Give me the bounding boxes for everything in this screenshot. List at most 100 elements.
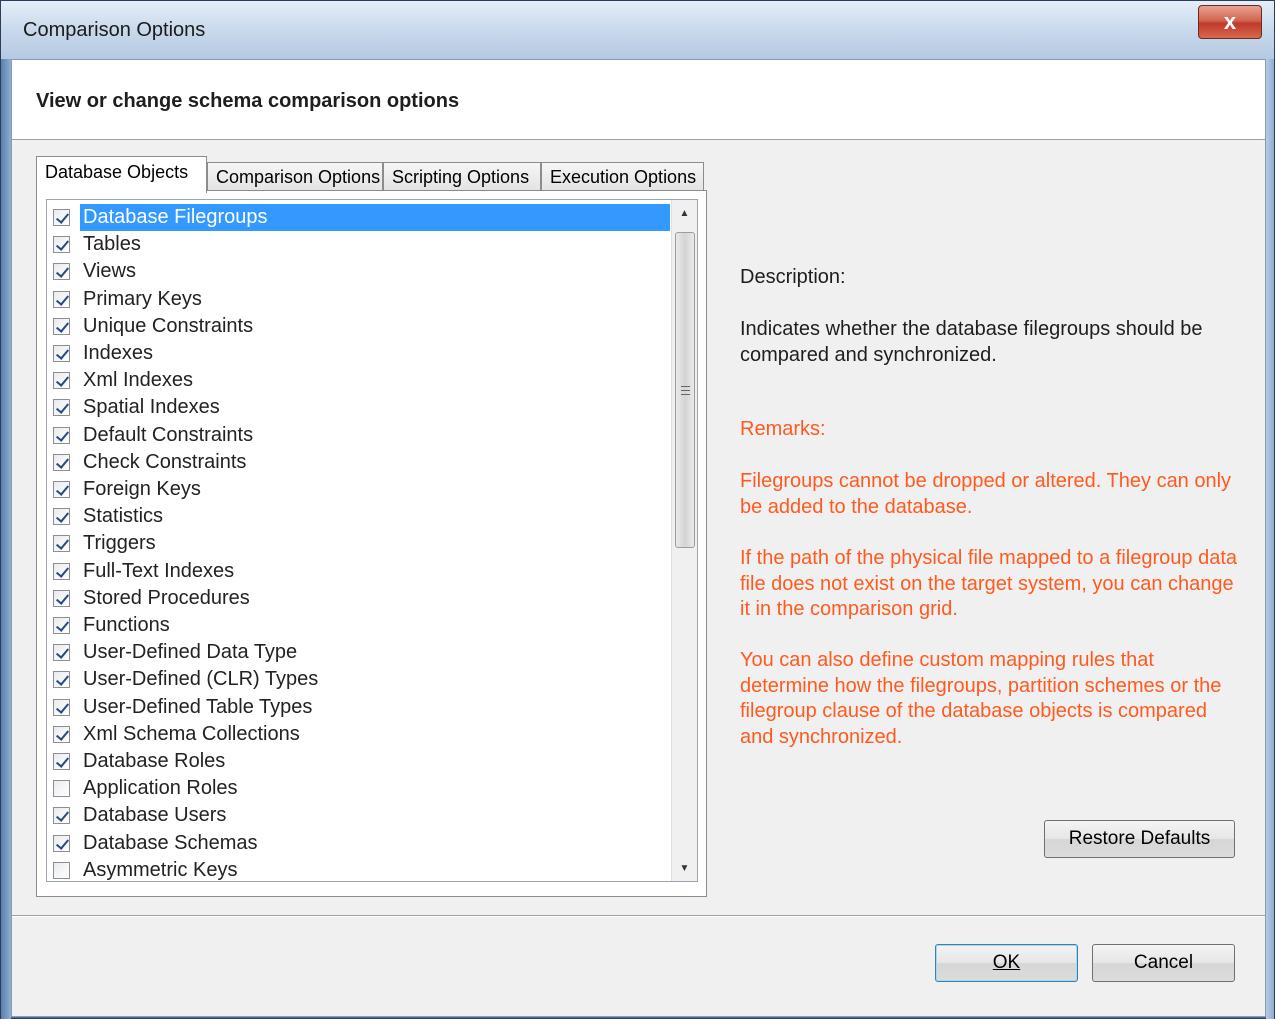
title-bar[interactable]: Comparison Options x — [1, 1, 1274, 59]
list-item[interactable]: Indexes — [47, 340, 673, 367]
window-title: Comparison Options — [23, 19, 206, 41]
checkbox-unchecked[interactable] — [53, 861, 70, 879]
checkbox-checked[interactable] — [53, 345, 70, 362]
cancel-label: Cancel — [1133, 952, 1194, 973]
list-item[interactable]: Primary Keys — [47, 286, 673, 313]
checkbox-checked[interactable] — [53, 617, 70, 634]
checkbox-checked[interactable] — [53, 263, 70, 281]
arrow-up-icon: ▲ — [679, 207, 690, 219]
ok-label: OK — [992, 952, 1021, 973]
list-item[interactable]: User-Defined Data Type — [47, 639, 673, 666]
list-item[interactable]: Statistics — [47, 503, 673, 530]
list-item-label: Database Users — [83, 804, 227, 827]
list-item[interactable]: Application Roles — [47, 775, 673, 802]
list-item-label: Foreign Keys — [83, 478, 201, 500]
description-label: Description: — [740, 266, 846, 288]
list-item-label: Unique Constraints — [83, 314, 254, 337]
list-item[interactable]: Triggers — [47, 530, 673, 557]
remark-paragraph: If the path of the physical file mapped … — [740, 547, 1237, 620]
vertical-scrollbar[interactable]: ▲ ▼ — [671, 200, 697, 881]
scroll-up-button[interactable]: ▲ — [672, 200, 697, 226]
database-objects-panel: Asymmetric Keys Database Schemas Database … — [36, 190, 707, 897]
list-item[interactable]: Stored Procedures — [47, 585, 673, 612]
remark-paragraph: Filegroups cannot be dropped or altered.… — [740, 470, 1232, 518]
scroll-down-button[interactable]: ▼ — [672, 855, 697, 881]
list-item[interactable]: Unique Constraints — [47, 313, 673, 340]
list-item[interactable]: Xml Schema Collections — [47, 721, 673, 748]
list-item[interactable]: Tables — [47, 231, 673, 258]
checkbox-checked[interactable] — [53, 209, 70, 226]
list-item-label: Check Constraints — [83, 450, 247, 473]
tab-comparison-options[interactable]: Comparison Options — [207, 162, 383, 192]
tab-label: Execution Options — [550, 167, 697, 187]
tab-execution-options[interactable]: Execution Options — [541, 162, 704, 192]
list-item-label: Stored Procedures — [83, 586, 250, 609]
checkbox-checked[interactable] — [53, 508, 70, 526]
checkbox-checked[interactable] — [53, 644, 70, 662]
list-item-label: Application Roles — [83, 777, 238, 800]
list-item[interactable]: Functions — [47, 612, 673, 639]
checkbox-checked[interactable] — [53, 481, 70, 498]
list-item-label: User-Defined Table Types — [83, 695, 313, 718]
list-item[interactable]: Asymmetric Keys — [47, 857, 673, 881]
header-title: View or change schema comparison options — [36, 90, 460, 112]
scroll-thumb[interactable] — [675, 232, 695, 548]
checkbox-checked[interactable] — [53, 399, 70, 417]
list-item-label: Default Constraints — [83, 423, 254, 446]
list-item[interactable]: Spatial Indexes — [47, 394, 673, 421]
list-item-label: Statistics — [83, 505, 164, 528]
tab-scripting-options[interactable]: Scripting Options — [383, 162, 541, 192]
checkbox-checked[interactable] — [53, 834, 70, 852]
checkbox-checked[interactable] — [53, 426, 70, 444]
list-item[interactable]: Views — [47, 258, 673, 285]
checkbox-checked[interactable] — [53, 317, 70, 335]
list-item-label: Xml Schema Collections — [83, 722, 300, 745]
cancel-button[interactable]: Cancel — [1092, 944, 1235, 982]
list-item[interactable]: Database Users — [47, 802, 673, 829]
list-item-label: Views — [83, 260, 136, 283]
list-item[interactable]: Default Constraints — [47, 422, 673, 449]
list-item-label: Indexes — [83, 342, 154, 364]
checkbox-checked[interactable] — [53, 589, 70, 607]
tab-database-objects[interactable]: Database Objects — [36, 156, 207, 193]
checkbox-checked[interactable] — [53, 535, 70, 553]
list-item-label: Functions — [83, 614, 170, 636]
database-objects-list[interactable]: Asymmetric Keys Database Schemas Database … — [46, 199, 698, 882]
list-item[interactable]: Full-Text Indexes — [47, 558, 673, 585]
list-item-label: Tables — [83, 233, 141, 256]
header-band: View or change schema comparison options — [12, 60, 1265, 140]
checkbox-checked[interactable] — [53, 236, 70, 254]
list-item-label: User-Defined Data Type — [83, 641, 298, 664]
checkbox-checked[interactable] — [53, 372, 70, 390]
list-item[interactable]: Database Schemas — [47, 830, 673, 857]
list-item-label: Primary Keys — [83, 287, 202, 310]
checkbox-checked[interactable] — [53, 453, 70, 471]
list-item[interactable]: Database Filegroups — [47, 204, 673, 231]
checkbox-unchecked[interactable] — [53, 780, 70, 798]
list-item[interactable]: User-Defined Table Types — [47, 694, 673, 721]
list-item[interactable]: Database Roles — [47, 748, 673, 775]
checkbox-checked[interactable] — [53, 753, 70, 770]
checkbox-checked[interactable] — [53, 698, 70, 716]
list-item-label: Asymmetric Keys — [83, 858, 238, 881]
window-frame-right — [1266, 59, 1274, 1019]
footer-divider — [12, 915, 1265, 917]
list-item[interactable]: Check Constraints — [47, 449, 673, 476]
checkbox-checked[interactable] — [53, 562, 70, 580]
list-item-label: Full-Text Indexes — [83, 559, 235, 582]
list-item-label: Xml Indexes — [83, 369, 194, 392]
list-item-label: Database Roles — [83, 750, 226, 772]
ok-button[interactable]: OK — [935, 944, 1078, 982]
close-button[interactable]: x — [1198, 5, 1262, 39]
list-item[interactable]: Foreign Keys — [47, 476, 673, 503]
restore-defaults-button[interactable]: Restore Defaults — [1044, 820, 1235, 858]
checkbox-checked[interactable] — [53, 671, 70, 689]
dialog-client-area: View or change schema comparison options… — [11, 59, 1266, 1017]
list-item[interactable]: User-Defined (CLR) Types — [47, 666, 673, 693]
checkbox-checked[interactable] — [53, 290, 70, 308]
tab-label: Scripting Options — [392, 167, 530, 187]
comparison-options-dialog: Comparison Options x View or change sche… — [0, 0, 1275, 1019]
checkbox-checked[interactable] — [53, 807, 70, 825]
checkbox-checked[interactable] — [53, 725, 70, 743]
list-item[interactable]: Xml Indexes — [47, 367, 673, 394]
